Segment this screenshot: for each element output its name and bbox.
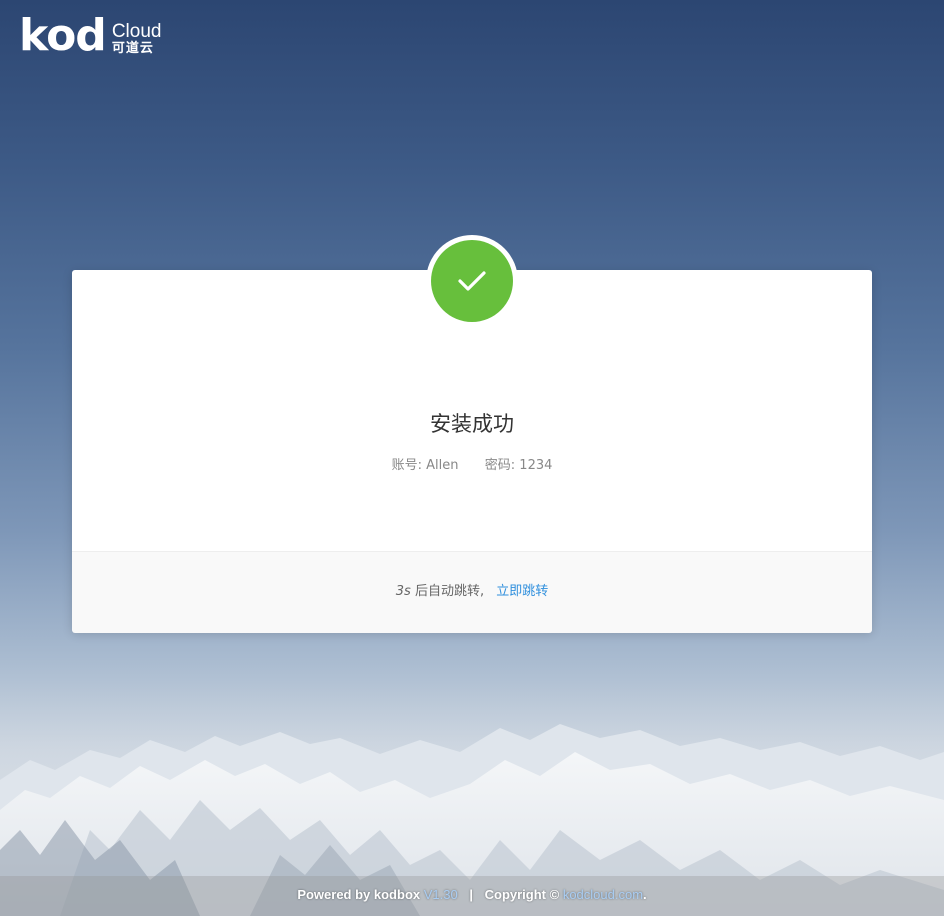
- countdown: 3s: [395, 584, 411, 599]
- site-link[interactable]: kodcloud.com: [563, 887, 643, 902]
- account-info: 账号: Allen 密码: 1234: [72, 454, 872, 473]
- logo-cn-text: 可道云: [111, 41, 154, 56]
- install-success-page: kod Cloud 可道云 安装成功 账号: Allen 密码: 1234 3s…: [0, 0, 944, 916]
- footer-dot: .: [643, 887, 647, 902]
- logo-cloud-text: Cloud: [111, 21, 162, 42]
- page-footer: Powered by kodbox V1.30 | Copyright © ko…: [0, 876, 944, 916]
- copyright-text: Copyright ©: [484, 887, 560, 902]
- success-badge: [431, 240, 513, 322]
- account-value: Allen: [426, 458, 459, 473]
- password-value: 1234: [519, 458, 553, 473]
- check-icon: [458, 271, 486, 291]
- footer-separator: |: [469, 887, 473, 902]
- account-label: 账号:: [391, 458, 422, 473]
- redirect-text: 后自动跳转,: [414, 584, 485, 599]
- card-footer: 3s 后自动跳转, 立即跳转: [72, 551, 872, 633]
- logo-mark: kod: [19, 10, 107, 61]
- version-text: V1.30: [423, 887, 458, 902]
- success-title: 安装成功: [430, 412, 514, 436]
- kodcloud-logo: kod Cloud 可道云: [19, 14, 161, 58]
- password-label: 密码:: [484, 458, 516, 473]
- jump-now-link[interactable]: 立即跳转: [496, 584, 548, 599]
- powered-by-text: Powered by kodbox: [297, 887, 421, 902]
- logo-text: Cloud 可道云: [112, 22, 162, 56]
